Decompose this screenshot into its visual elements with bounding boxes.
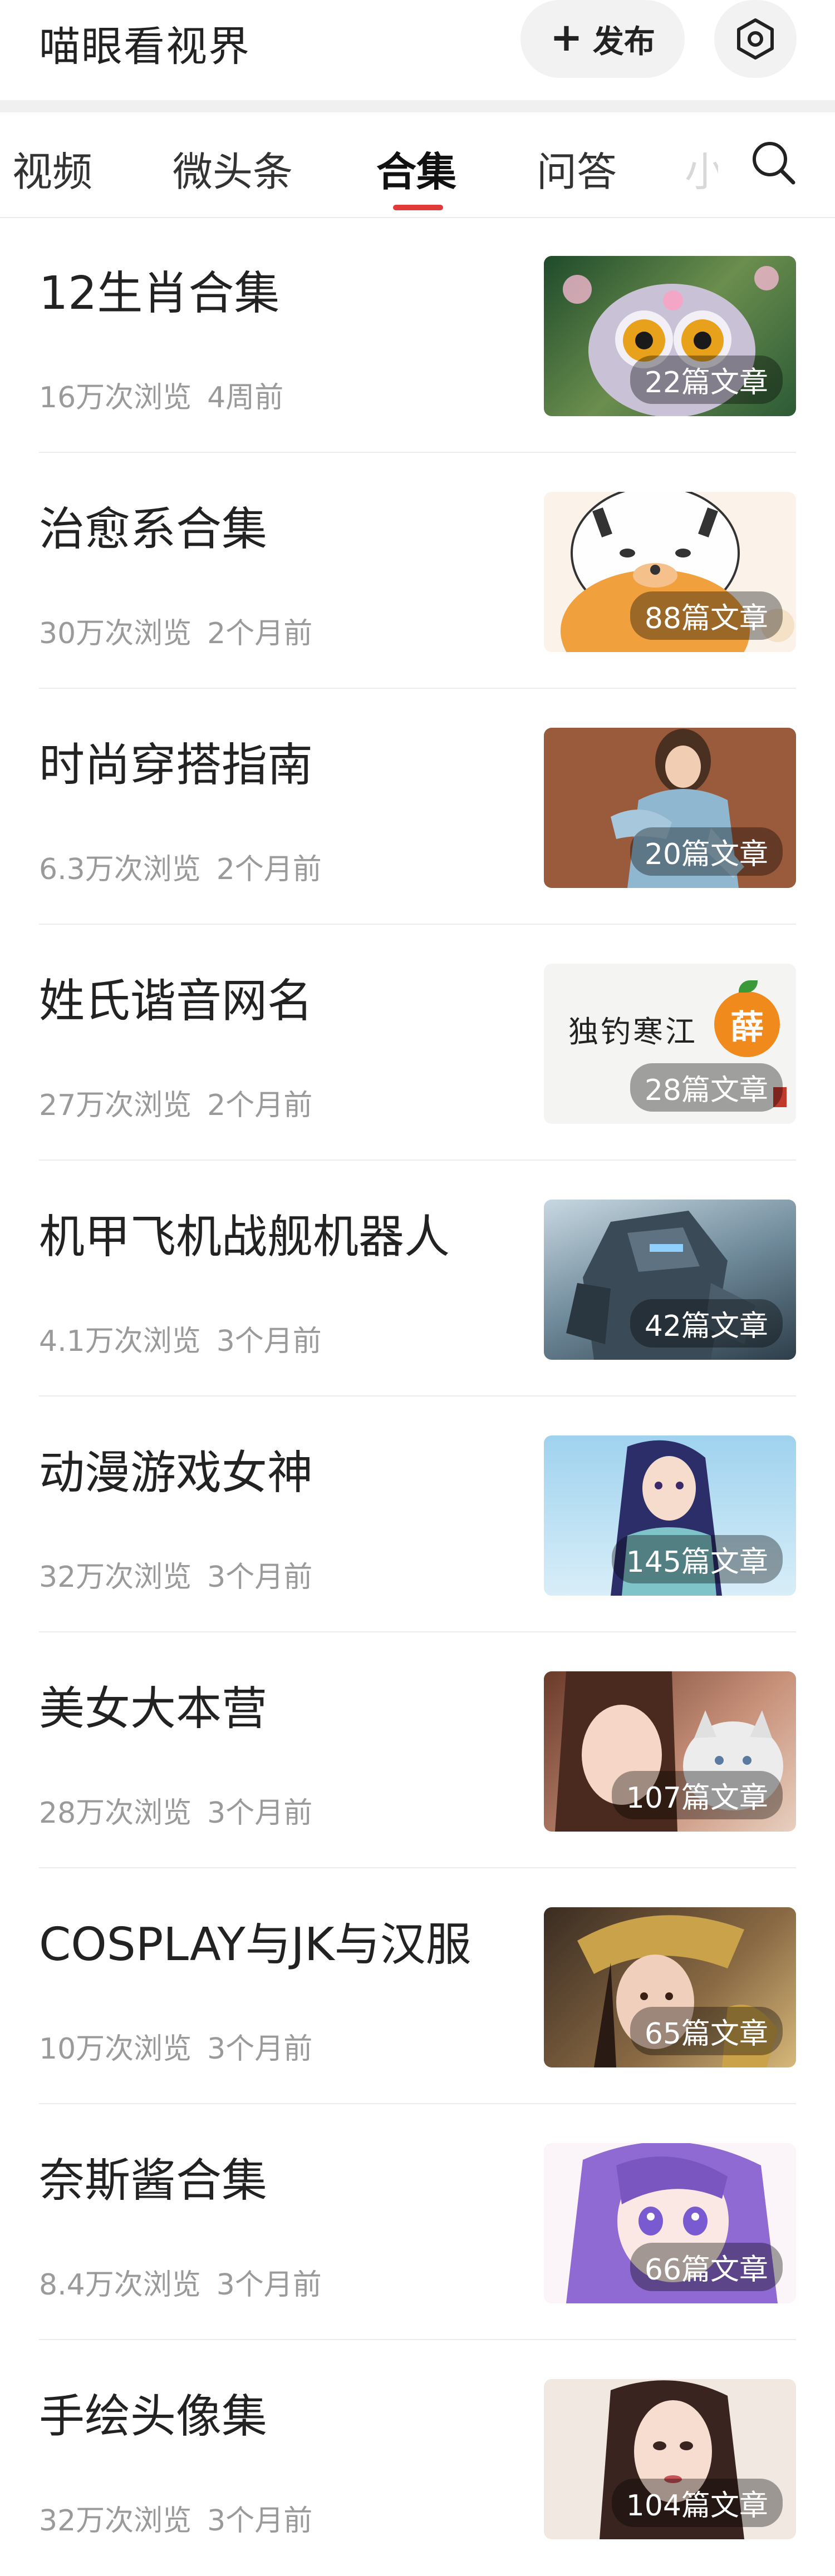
view-count: 4.1万次浏览 [39,1325,201,1358]
collection-meta: 6.3万次浏览 2个月前 [39,846,322,887]
seal-character: 薛 [730,1008,764,1047]
tab-videos[interactable]: 视频 [12,139,92,198]
collection-meta: 28万次浏览 3个月前 [39,1789,312,1831]
publish-time: 3个月前 [216,2268,322,2302]
collection-item[interactable]: 时尚穿搭指南 6.3万次浏览 2个月前 20篇文章 [0,689,835,925]
article-count-badge: 28篇文章 [630,1063,783,1112]
collection-meta: 27万次浏览 2个月前 [39,1082,312,1123]
view-count: 16万次浏览 [39,381,192,414]
collection-title: 12生肖合集 [39,267,280,320]
collection-thumbnail[interactable]: 22篇文章 [544,256,796,416]
top-bar: 喵眼看视界 + 发布 [0,0,835,100]
publish-button[interactable]: + 发布 [520,0,685,78]
collection-meta: 10万次浏览 3个月前 [39,2025,312,2067]
collection-meta: 4.1万次浏览 3个月前 [39,1317,322,1359]
collection-title: 机甲飞机战舰机器人 [39,1211,450,1264]
hexagon-settings-icon [737,18,774,60]
article-count-badge: 66篇文章 [630,2243,783,2291]
collection-item[interactable]: 美女大本营 28万次浏览 3个月前 107篇文章 [0,1632,835,1868]
collection-item[interactable]: 治愈系合集 30万次浏览 2个月前 88篇文章 [0,453,835,689]
view-count: 28万次浏览 [39,1797,192,1830]
collection-meta: 16万次浏览 4周前 [39,374,283,416]
search-button[interactable] [743,132,804,194]
collection-meta: 32万次浏览 3个月前 [39,1553,312,1595]
view-count: 30万次浏览 [39,617,192,650]
article-count-badge: 65篇文章 [630,2007,783,2055]
collection-list: 12生肖合集 16万次浏览 4周前 22篇文章 治愈系合集 30万次浏览 2个月… [0,217,835,2576]
collection-title: COSPLAY与JK与汉服 [39,1918,471,1971]
publish-label: 发布 [592,23,655,60]
collection-thumbnail[interactable]: 107篇文章 [544,1671,796,1832]
view-count: 8.4万次浏览 [39,2268,201,2302]
view-count: 32万次浏览 [39,2504,192,2538]
collection-item[interactable]: 姓氏谐音网名 27万次浏览 2个月前 独钓寒江 薛 28篇文章 [0,925,835,1161]
view-count: 10万次浏览 [39,2032,192,2066]
collection-meta: 32万次浏览 3个月前 [39,2497,312,2539]
tab-micro-posts[interactable]: 微头条 [173,139,293,198]
active-tab-indicator [393,205,443,210]
publish-time: 2个月前 [207,617,313,650]
leaf-icon [739,980,758,993]
tab-bar: 视频 微头条 合集 问答 小 [0,112,835,218]
collection-thumbnail[interactable]: 20篇文章 [544,728,796,888]
publish-time: 2个月前 [207,1089,313,1122]
view-count: 32万次浏览 [39,1561,192,1594]
view-count: 27万次浏览 [39,1089,192,1122]
calligraphy-text: 独钓寒江 [568,1014,698,1049]
collection-title: 姓氏谐音网名 [39,975,313,1028]
article-count-badge: 107篇文章 [611,1771,783,1819]
collection-thumbnail[interactable]: 42篇文章 [544,1200,796,1360]
collection-title: 时尚穿搭指南 [39,739,313,792]
collection-item[interactable]: 机甲飞机战舰机器人 4.1万次浏览 3个月前 42篇文章 [0,1161,835,1396]
collection-item[interactable]: 动漫游戏女神 32万次浏览 3个月前 145篇文章 [0,1396,835,1632]
collection-thumbnail[interactable]: 104篇文章 [544,2379,796,2539]
account-title: 喵眼看视界 [39,23,250,71]
collection-meta: 30万次浏览 2个月前 [39,610,312,652]
article-count-badge: 88篇文章 [630,591,783,640]
plus-icon: + [550,14,583,60]
collection-title: 手绘头像集 [39,2390,268,2443]
publish-time: 4周前 [207,381,284,414]
tab-overflow-fade: 小 [685,149,718,195]
collection-thumbnail[interactable]: 88篇文章 [544,492,796,652]
header-divider [0,100,835,112]
article-count-badge: 22篇文章 [630,356,783,404]
collection-item[interactable]: 手绘头像集 32万次浏览 3个月前 104篇文章 [0,2340,835,2576]
article-count-badge: 20篇文章 [630,827,783,876]
collection-title: 奈斯酱合集 [39,2154,268,2207]
collection-thumbnail[interactable]: 66篇文章 [544,2143,796,2303]
collection-title: 治愈系合集 [39,503,268,556]
collection-title: 美女大本营 [39,1682,268,1735]
collection-item[interactable]: 奈斯酱合集 8.4万次浏览 3个月前 66篇文章 [0,2104,835,2340]
search-icon [753,142,795,185]
publish-time: 3个月前 [207,2504,313,2538]
article-count-badge: 42篇文章 [630,1299,783,1348]
collection-thumbnail[interactable]: 65篇文章 [544,1907,796,2067]
publish-time: 3个月前 [216,1325,322,1358]
orange-seal-icon: 薛 [714,991,780,1057]
publish-time: 2个月前 [216,853,322,886]
publish-time: 3个月前 [207,1797,313,1830]
article-count-badge: 145篇文章 [611,1535,783,1583]
article-count-badge: 104篇文章 [611,2479,783,2527]
view-count: 6.3万次浏览 [39,853,201,886]
publish-time: 3个月前 [207,2032,313,2066]
collection-item[interactable]: COSPLAY与JK与汉服 10万次浏览 3个月前 65篇文章 [0,1868,835,2104]
collection-thumbnail[interactable]: 独钓寒江 薛 28篇文章 [544,964,796,1124]
collection-title: 动漫游戏女神 [39,1447,313,1499]
collection-item[interactable]: 12生肖合集 16万次浏览 4周前 22篇文章 [0,217,835,453]
tab-qa[interactable]: 问答 [537,139,617,198]
collection-meta: 8.4万次浏览 3个月前 [39,2261,322,2303]
tab-collections[interactable]: 合集 [376,139,456,198]
publish-time: 3个月前 [207,1561,313,1594]
collection-thumbnail[interactable]: 145篇文章 [544,1435,796,1596]
settings-button[interactable] [714,0,797,78]
